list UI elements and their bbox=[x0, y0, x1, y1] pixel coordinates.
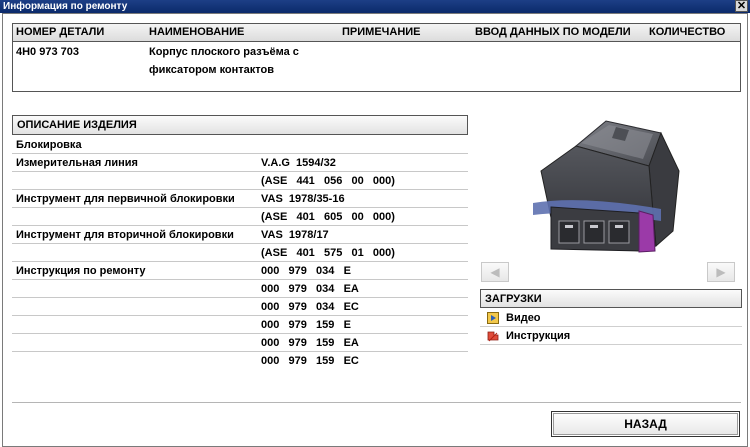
column-header-part-number: НОМЕР ДЕТАЛИ bbox=[16, 26, 105, 38]
row-label: Инструмент для вторичной блокировки bbox=[16, 229, 234, 241]
row-value: 000 979 034 EC bbox=[261, 301, 359, 313]
description-row: 000 979 159 EA bbox=[12, 334, 468, 352]
row-value: (ASE 441 056 00 000) bbox=[261, 175, 395, 187]
part-number-cell: 4H0 973 703 bbox=[16, 46, 79, 58]
row-label: Инструкция по ремонту bbox=[16, 265, 146, 277]
row-value: VAS 1978/35-16 bbox=[261, 193, 345, 205]
row-value: V.A.G 1594/32 bbox=[261, 157, 336, 169]
download-instruction-link[interactable]: Инструкция bbox=[480, 327, 742, 345]
column-header-quantity: КОЛИЧЕСТВО bbox=[649, 26, 726, 38]
row-label: Измерительная линия bbox=[16, 157, 138, 169]
row-value: (ASE 401 605 00 000) bbox=[261, 211, 395, 223]
arrow-left-icon: ◀ bbox=[490, 265, 500, 279]
arrow-right-icon: ▶ bbox=[716, 265, 726, 279]
close-button[interactable]: ✕ bbox=[735, 0, 748, 12]
download-video-link[interactable]: Видео bbox=[480, 309, 742, 327]
description-row: (ASE 401 575 01 000) bbox=[12, 244, 468, 262]
row-value: 000 979 034 E bbox=[261, 265, 351, 277]
description-row: 000 979 034 EA bbox=[12, 280, 468, 298]
download-instruction-label: Инструкция bbox=[506, 330, 571, 342]
row-label: Блокировка bbox=[16, 139, 82, 151]
parts-table: НОМЕР ДЕТАЛИ НАИМЕНОВАНИЕ ПРИМЕЧАНИЕ ВВО… bbox=[12, 23, 741, 92]
row-value: (ASE 401 575 01 000) bbox=[261, 247, 395, 259]
row-label: Инструмент для первичной блокировки bbox=[16, 193, 235, 205]
window-titlebar: Информация по ремонту ✕ bbox=[0, 0, 750, 13]
description-row: Инструкция по ремонту 000 979 034 E bbox=[12, 262, 468, 280]
download-video-label: Видео bbox=[506, 312, 541, 324]
description-row: 000 979 034 EC bbox=[12, 298, 468, 316]
description-row: Инструмент для вторичной блокировки VAS 1… bbox=[12, 226, 468, 244]
connector-photo bbox=[533, 120, 680, 253]
parts-table-header: НОМЕР ДЕТАЛИ НАИМЕНОВАНИЕ ПРИМЕЧАНИЕ ВВО… bbox=[13, 24, 740, 42]
previous-image-button[interactable]: ◀ bbox=[481, 262, 509, 282]
row-value: VAS 1978/17 bbox=[261, 229, 329, 241]
description-row: (ASE 401 605 00 000) bbox=[12, 208, 468, 226]
video-icon bbox=[487, 312, 499, 324]
description-row: Блокировка bbox=[12, 136, 468, 154]
description-heading: ОПИСАНИЕ ИЗДЕЛИЯ bbox=[12, 115, 468, 135]
row-value: 000 979 159 EA bbox=[261, 337, 359, 349]
window-title: Информация по ремонту bbox=[3, 1, 128, 12]
row-value: 000 979 159 E bbox=[261, 319, 351, 331]
description-row: (ASE 441 056 00 000) bbox=[12, 172, 468, 190]
part-name-line1: Корпус плоского разъёма с bbox=[149, 46, 299, 58]
description-row: 000 979 159 EC bbox=[12, 352, 468, 370]
description-row: Измерительная линия V.A.G 1594/32 bbox=[12, 154, 468, 172]
next-image-button[interactable]: ▶ bbox=[707, 262, 735, 282]
row-value: 000 979 034 EA bbox=[261, 283, 359, 295]
part-name-line2: фиксатором контактов bbox=[149, 64, 275, 76]
footer-divider bbox=[12, 402, 741, 403]
row-value: 000 979 159 EC bbox=[261, 355, 359, 367]
column-header-name: НАИМЕНОВАНИЕ bbox=[149, 26, 245, 38]
column-header-model-input: ВВОД ДАННЫХ ПО МОДЕЛИ bbox=[475, 26, 631, 38]
repair-info-window: НОМЕР ДЕТАЛИ НАИМЕНОВАНИЕ ПРИМЕЧАНИЕ ВВО… bbox=[2, 13, 748, 447]
back-button[interactable]: НАЗАД bbox=[551, 411, 740, 437]
pdf-icon bbox=[487, 331, 499, 342]
column-header-note: ПРИМЕЧАНИЕ bbox=[342, 26, 421, 38]
description-row: 000 979 159 E bbox=[12, 316, 468, 334]
downloads-heading: ЗАГРУЗКИ bbox=[480, 289, 742, 308]
description-row: Инструмент для первичной блокировки VAS 1… bbox=[12, 190, 468, 208]
